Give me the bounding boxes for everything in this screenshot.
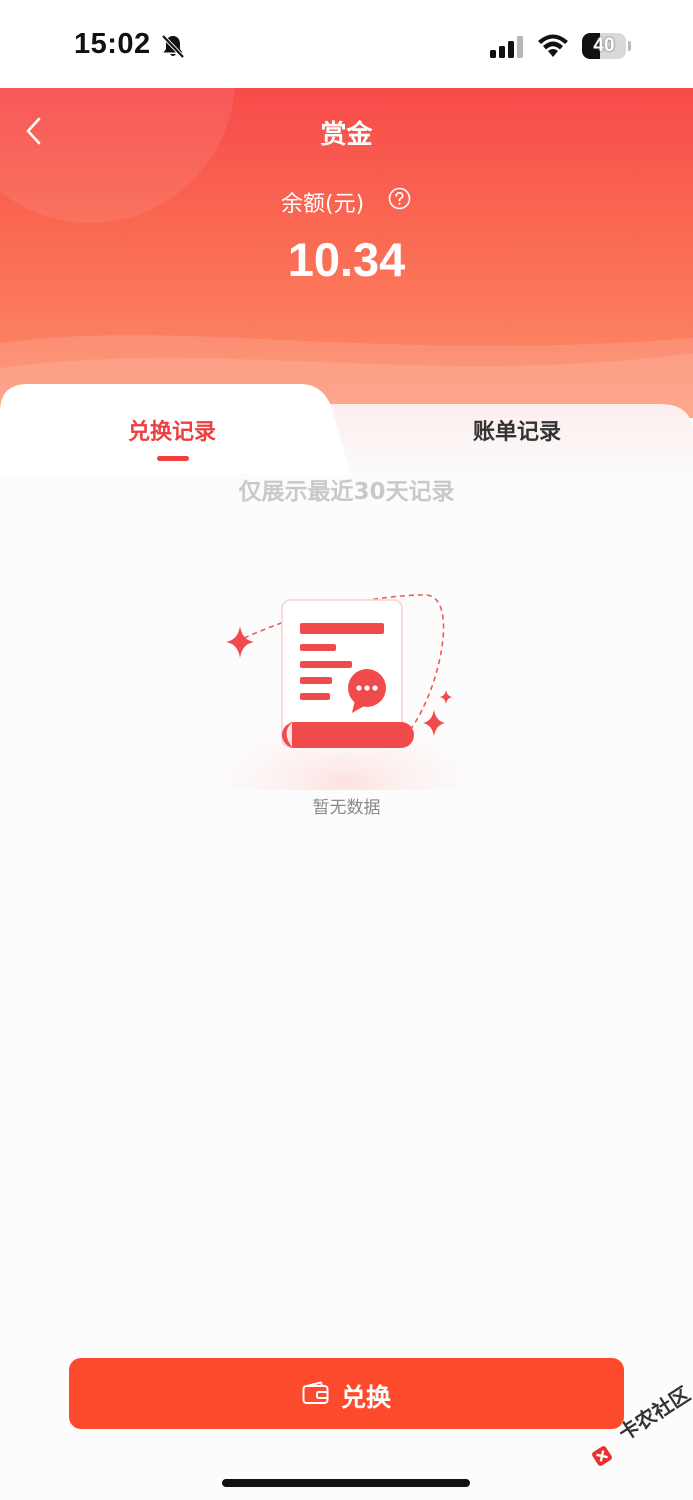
page-title: 赏金: [320, 120, 373, 150]
wifi-icon: [538, 34, 568, 57]
records-notice: 仅展示最近30天记录: [238, 479, 455, 505]
balance-value: 10.34: [287, 233, 406, 286]
empty-state-text: 暂无数据: [312, 798, 381, 818]
home-indicator: [222, 1479, 470, 1487]
tab-bill-records[interactable]: 账单记录: [473, 414, 561, 446]
exchange-button[interactable]: 兑换: [69, 1358, 624, 1429]
battery-icon: 40: [582, 33, 626, 59]
status-bar: 15:02 40: [0, 0, 693, 88]
battery-percent: 40: [593, 35, 615, 56]
cellular-signal-icon: [490, 36, 523, 58]
balance-label: 余额(元): [281, 192, 365, 217]
empty-document-illustration: [205, 594, 485, 790]
tab-active-indicator: [157, 456, 189, 461]
wallet-icon: [302, 1381, 329, 1404]
tab-exchange-records[interactable]: 兑换记录: [128, 414, 216, 446]
help-icon[interactable]: [388, 187, 411, 210]
exchange-button-label: 兑换: [341, 1384, 392, 1412]
status-time: 15:02: [74, 28, 151, 60]
battery-tip: [628, 41, 631, 51]
bell-muted-icon: [161, 34, 185, 59]
